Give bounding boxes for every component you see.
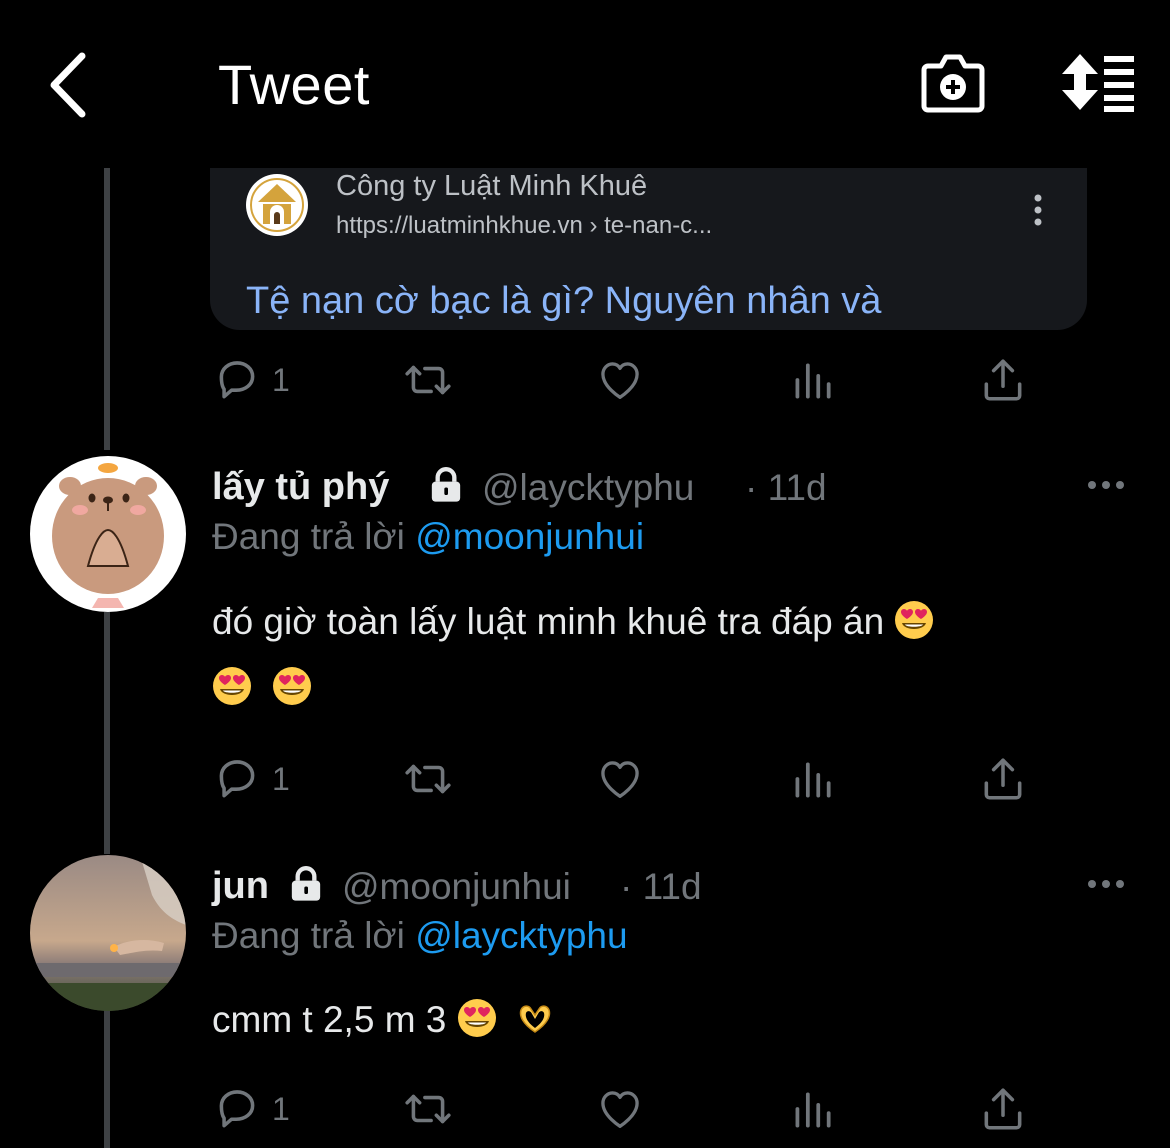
reply-icon	[212, 754, 262, 804]
views-icon	[787, 1084, 837, 1134]
mention-link[interactable]: @laycktyphu	[415, 915, 627, 956]
avatar[interactable]	[30, 855, 186, 1011]
reply-count: 1	[272, 761, 290, 797]
retweet-button[interactable]	[403, 1084, 453, 1134]
heart-eyes-emoji	[457, 998, 497, 1038]
back-arrow-icon	[50, 52, 86, 118]
share-icon	[978, 754, 1028, 804]
reply-button[interactable]	[212, 754, 262, 804]
retweet-icon	[403, 754, 453, 804]
more-vertical-icon[interactable]	[1028, 192, 1048, 228]
share-button[interactable]	[978, 355, 1028, 405]
site-url: https://luatminhkhue.vn › te-nan-c...	[336, 212, 713, 239]
sort-icon	[1062, 54, 1134, 112]
sort-button[interactable]	[1058, 52, 1136, 112]
share-button[interactable]	[978, 1084, 1028, 1134]
share-icon	[978, 1084, 1028, 1134]
replying-prefix: Đang trả lời	[212, 516, 405, 557]
thread-line	[104, 1010, 110, 1148]
replying-prefix: Đang trả lời	[212, 915, 405, 956]
heart-eyes-emoji	[894, 600, 934, 640]
tweet-time: · 11d	[620, 866, 702, 907]
tweet-text: đó giờ toàn lấy luật minh khuê tra đáp á…	[212, 600, 934, 643]
like-icon	[595, 355, 645, 405]
tweet-text: cmm t 2,5 m 3	[212, 998, 555, 1041]
display-name[interactable]: jun	[212, 865, 269, 908]
reply-icon	[212, 1084, 262, 1134]
share-icon	[978, 355, 1028, 405]
views-button[interactable]	[787, 1084, 837, 1134]
thread-line	[104, 612, 110, 854]
views-button[interactable]	[787, 754, 837, 804]
camera-plus-icon	[921, 54, 985, 113]
site-name: Công ty Luật Minh Khuê	[336, 170, 648, 202]
retweet-button[interactable]	[403, 355, 453, 405]
tweet-time: · 11d	[745, 467, 827, 508]
retweet-button[interactable]	[403, 754, 453, 804]
avatar[interactable]	[30, 456, 186, 612]
retweet-icon	[403, 1084, 453, 1134]
lock-icon	[284, 864, 328, 904]
tweet-text-line: cmm t 2,5 m 3	[212, 999, 447, 1040]
reply-count: 1	[272, 1091, 290, 1127]
replying-to-line: Đang trả lời @moonjunhui	[212, 516, 644, 558]
like-button[interactable]	[595, 754, 645, 804]
mention-link[interactable]: @moonjunhui	[415, 516, 644, 557]
like-icon	[595, 754, 645, 804]
link-headline[interactable]: Tệ nạn cờ bạc là gì? Nguyên nhân và	[246, 280, 881, 323]
reply-button[interactable]	[212, 1084, 262, 1134]
reply-button[interactable]	[212, 355, 262, 405]
like-button[interactable]	[595, 355, 645, 405]
tweet-text-line	[212, 666, 312, 709]
retweet-icon	[403, 355, 453, 405]
back-button[interactable]	[44, 52, 94, 118]
like-button[interactable]	[595, 1084, 645, 1134]
heart-hands-emoji	[515, 998, 555, 1038]
reply-count: 1	[272, 362, 290, 398]
lock-icon	[424, 465, 468, 505]
display-name[interactable]: lấy tủ phý	[212, 466, 389, 509]
heart-eyes-emoji	[272, 666, 312, 706]
like-icon	[595, 1084, 645, 1134]
views-icon	[787, 754, 837, 804]
user-handle[interactable]: @laycktyphu	[482, 467, 694, 509]
camera-button[interactable]	[920, 52, 986, 114]
reply-icon	[212, 355, 262, 405]
user-handle[interactable]: @moonjunhui	[342, 866, 571, 908]
thread-line	[104, 168, 110, 450]
more-horizontal-icon[interactable]	[1086, 478, 1126, 492]
page-title: Tweet	[218, 53, 370, 116]
heart-eyes-emoji	[212, 666, 252, 706]
tweet-text-line: đó giờ toàn lấy luật minh khuê tra đáp á…	[212, 601, 885, 642]
more-horizontal-icon[interactable]	[1086, 877, 1126, 891]
replying-to-line: Đang trả lời @laycktyphu	[212, 915, 628, 957]
views-icon	[787, 355, 837, 405]
site-logo	[246, 174, 308, 236]
views-button[interactable]	[787, 355, 837, 405]
share-button[interactable]	[978, 754, 1028, 804]
